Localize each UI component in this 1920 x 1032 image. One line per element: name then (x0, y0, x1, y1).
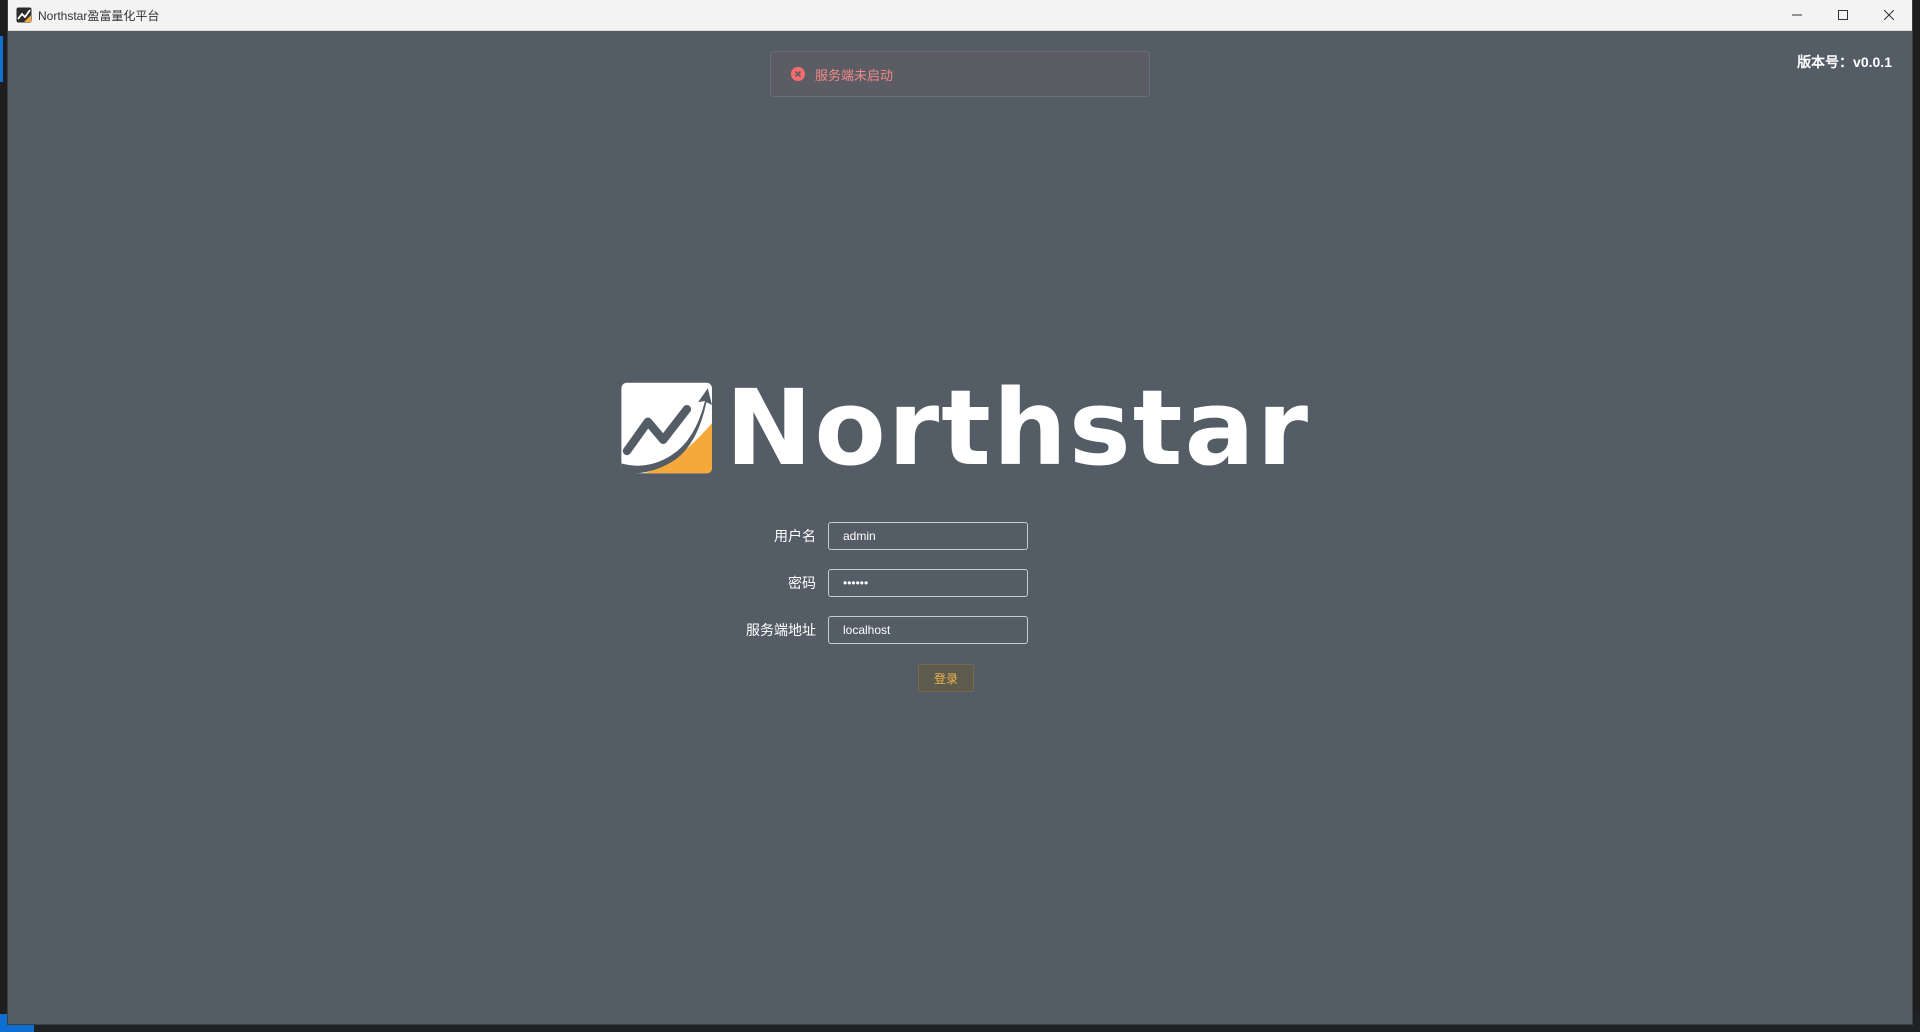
toast-message: 服务端未启动 (815, 67, 894, 83)
password-row: 密码 •••••• (628, 569, 1028, 597)
server-label: 服务端地址 (746, 622, 816, 638)
error-circle-icon (791, 67, 805, 81)
username-label: 用户名 (774, 528, 816, 544)
login-button[interactable]: 登录 (918, 664, 974, 692)
error-toast: 服务端未启动 (770, 51, 1150, 97)
window-title: Northstar盈富量化平台 (38, 8, 160, 23)
app-logo-icon (16, 7, 32, 23)
logo-wordmark: Northstar (725, 367, 1310, 489)
background-editor-accent (0, 36, 3, 82)
rising-chart-icon (621, 382, 712, 474)
app-window: Northstar盈富量化平台 服务端未启动 版本号：v0.0.1 Norths… (8, 0, 1912, 1024)
server-row: 服务端地址 localhost (628, 616, 1028, 644)
username-row: 用户名 admin (628, 522, 1028, 550)
minimize-button[interactable] (1774, 0, 1820, 31)
window-controls (1774, 0, 1912, 31)
northstar-logo: Northstar (620, 360, 1310, 496)
version-label: 版本号：v0.0.1 (1797, 54, 1892, 70)
title-bar: Northstar盈富量化平台 (8, 0, 1912, 31)
password-label: 密码 (788, 575, 816, 591)
close-button[interactable] (1866, 0, 1912, 31)
password-input[interactable]: •••••• (828, 569, 1028, 597)
maximize-button[interactable] (1820, 0, 1866, 31)
server-address-input[interactable]: localhost (828, 616, 1028, 644)
username-input[interactable]: admin (828, 522, 1028, 550)
